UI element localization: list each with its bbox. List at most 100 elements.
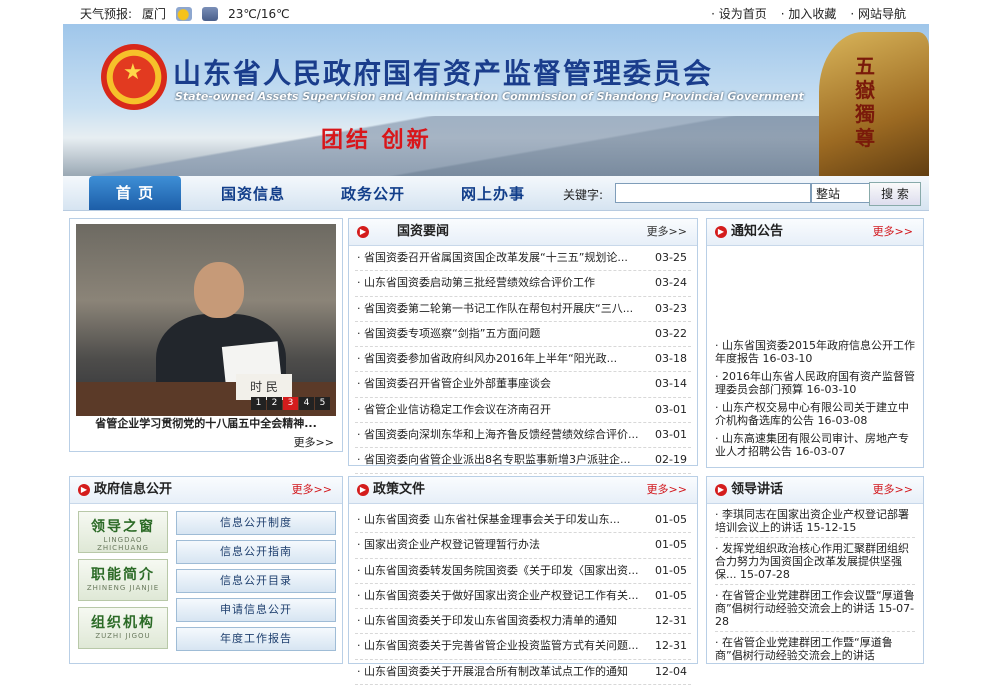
list-item-title[interactable]: · 省国资委参加省政府纠风办2016年上半年“阳光政... [357, 347, 647, 371]
list-item[interactable]: · 山东省国资委 山东省社保基金理事会关于印发山东... 01-05 [355, 508, 691, 534]
search-input[interactable] [615, 183, 811, 203]
arrow-bullet-icon: ▶ [78, 484, 90, 496]
gov-info-panel: ▶ 政府信息公开 更多>> 领导之窗 LINGDAO ZHICHUANG 职能简介… [69, 476, 343, 664]
main-nav: 首 页 国资信息 政务公开 网上办事 关键字: 整站▼ 搜 索 [63, 176, 929, 211]
notice-panel-header: ▶ 通知公告 更多>> [707, 219, 923, 246]
list-item[interactable]: · 山东省国资委关于印发山东省国资委权力清单的通知 12-31 [355, 609, 691, 635]
search-button[interactable]: 搜 索 [869, 182, 921, 206]
list-item-title[interactable]: · 山东省国资委启动第三批经营绩效综合评价工作 [357, 271, 647, 295]
slide-page-5[interactable]: 5 [315, 397, 330, 410]
list-item[interactable]: · 在省管企业党建群团工作会议暨“厚道鲁商”倡树行动经验交流会上的讲话 15-0… [715, 585, 915, 632]
list-item-title[interactable]: · 省国资委专项巡察“剑指”五方面问题 [357, 322, 647, 346]
notice-more-link[interactable]: 更多>> [873, 219, 913, 245]
arrow-bullet-icon: ▶ [357, 484, 369, 496]
list-item[interactable]: · 2016年山东省人民政府国有资产监督管理委员会部门预算 16-03-10 [715, 370, 915, 396]
slide-page-4[interactable]: 4 [299, 397, 314, 410]
nav-online-services[interactable]: 网上办事 [461, 183, 525, 204]
list-item-title[interactable]: · 山东省国资委 山东省社保基金理事会关于印发山东... [357, 508, 647, 532]
add-favorite-link[interactable]: · 加入收藏 [777, 5, 841, 22]
apply-info-disclosure-button[interactable]: 申请信息公开 [176, 598, 336, 622]
list-item[interactable]: · 山东省国资委关于做好国家出资企业产权登记工作有关... 01-05 [355, 584, 691, 610]
slideshow-more-link[interactable]: 更多>> [294, 434, 334, 450]
list-item[interactable]: · 山东省国资委转发国务院国资委《关于印发〈国家出资... 01-05 [355, 559, 691, 584]
list-item[interactable]: · 省国资委向省管企业派出8名专职监事新增3户派驻企... 02-19 [355, 448, 691, 474]
leader-speech-more-link[interactable]: 更多>> [873, 477, 913, 503]
list-item[interactable]: · 省国资委召开省管企业外部董事座谈会 03-14 [355, 372, 691, 398]
notice-list: · 山东省国资委2015年政府信息公开工作年度报告 16-03-10 · 201… [707, 339, 923, 463]
list-item-title[interactable]: · 山东省国资委关于完善省管企业投资监管方式有关问题... [357, 634, 647, 658]
slideshow-caption[interactable]: 省管企业学习贯彻党的十八届五中全会精神... [76, 416, 336, 432]
list-item-date: 02-19 [655, 453, 687, 467]
list-item-title[interactable]: · 山东省国资委关于开展混合所有制改革试点工作的通知 [357, 660, 647, 684]
list-item-date: 12-31 [655, 639, 687, 653]
slide-page-2[interactable]: 2 [267, 397, 282, 410]
list-item[interactable]: · 李琪同志在国家出资企业产权登记部署培训会议上的讲话 15-12-15 [715, 504, 915, 538]
list-item-title[interactable]: · 山东省国资委关于印发山东省国资委权力清单的通知 [357, 609, 647, 633]
list-item[interactable]: · 国家出资企业产权登记管理暂行办法 01-05 [355, 533, 691, 559]
card-title: 领导之窗 [91, 519, 155, 535]
gov-info-panel-header: ▶ 政府信息公开 更多>> [70, 477, 342, 504]
set-homepage-link[interactable]: · 设为首页 [707, 5, 771, 22]
search-scope-value: 整站 [816, 187, 841, 201]
list-item[interactable]: · 山东省国资委关于完善省管企业投资监管方式有关问题... 12-31 [355, 634, 691, 660]
list-item[interactable]: · 省国资委专项巡察“剑指”五方面问题 03-22 [355, 322, 691, 348]
banner-mountains [63, 116, 929, 176]
list-item-title[interactable]: · 省国资委第二轮第一书记工作队在帮包村开展庆“三八... [357, 297, 647, 321]
site-subtitle: State-owned Assets Supervision and Admin… [175, 90, 804, 103]
leader-speech-panel: ▶ 领导讲话 更多>> · 李琪同志在国家出资企业产权登记部署培训会议上的讲话 … [706, 476, 924, 664]
slide-page-1[interactable]: 1 [251, 397, 266, 410]
site-title: 山东省人民政府国有资产监督管理委员会 [173, 57, 714, 90]
slideshow-image[interactable]: 时 民 1 2 3 4 5 [76, 224, 336, 416]
list-item-title[interactable]: · 省国资委向深圳东华和上海齐鲁反馈经营绩效综合评价... [357, 423, 647, 447]
list-item-date: 03-01 [655, 428, 687, 442]
annual-report-button[interactable]: 年度工作报告 [176, 627, 336, 651]
national-emblem-icon: ★ [101, 44, 167, 110]
gov-info-more-link[interactable]: 更多>> [292, 477, 332, 503]
list-item-title[interactable]: · 省管企业信访稳定工作会议在济南召开 [357, 398, 647, 422]
list-item[interactable]: · 发挥党组织政治核心作用汇聚群团组织合力努力为国资国企改革发展提供坚强保...… [715, 538, 915, 585]
site-navigation-link[interactable]: · 网站导航 [846, 5, 910, 22]
list-item-title[interactable]: · 省国资委召开省管企业外部董事座谈会 [357, 372, 647, 396]
list-item[interactable]: · 省国资委向深圳东华和上海齐鲁反馈经营绩效综合评价... 03-01 [355, 423, 691, 449]
site-banner: 五嶽獨尊 ★ 山东省人民政府国有资产监督管理委员会 State-owned As… [63, 24, 929, 176]
slide-page-3[interactable]: 3 [283, 397, 298, 410]
nav-home[interactable]: 首 页 [89, 176, 181, 210]
info-disclosure-guide-button[interactable]: 信息公开指南 [176, 540, 336, 564]
nav-government-affairs[interactable]: 政务公开 [341, 183, 405, 204]
list-item[interactable]: · 山东高速集团有限公司审计、房地产专业人才招聘公告 16-03-07 [715, 432, 915, 458]
news-more-link[interactable]: 更多>> [647, 219, 687, 245]
card-title: 职能简介 [91, 567, 155, 583]
list-item[interactable]: · 山东产权交易中心有限公司关于建立中介机构备选库的公告 16-03-08 [715, 401, 915, 427]
notice-panel: ▶ 通知公告 更多>> · 山东省国资委2015年政府信息公开工作年度报告 16… [706, 218, 924, 468]
list-item[interactable]: · 省国资委第二轮第一书记工作队在帮包村开展庆“三八... 03-23 [355, 297, 691, 322]
list-item-date: 03-01 [655, 402, 687, 416]
info-disclosure-system-button[interactable]: 信息公开制度 [176, 511, 336, 535]
list-item[interactable]: · 在省管企业党建群团工作暨“厚道鲁商”倡树行动经验交流会上的讲话 [715, 632, 915, 663]
list-item-title[interactable]: · 省国资委向省管企业派出8名专职监事新增3户派驻企... [357, 448, 647, 472]
list-item-title[interactable]: · 国家出资企业产权登记管理暂行办法 [357, 533, 647, 557]
list-item-date: 12-31 [655, 614, 687, 628]
weather-temperature: 23℃/16℃ [228, 6, 290, 21]
policy-more-link[interactable]: 更多>> [647, 477, 687, 503]
policy-panel-title: 政策文件 [373, 482, 426, 497]
news-list: · 省国资委召开省属国资国企改革发展“十三五”规划论... 03-25 · 山东省… [349, 246, 697, 474]
list-item[interactable]: · 省国资委召开省属国资国企改革发展“十三五”规划论... 03-25 [355, 246, 691, 272]
list-item[interactable]: · 省管企业信访稳定工作会议在济南召开 03-01 [355, 398, 691, 424]
list-item-date: 01-05 [655, 538, 687, 552]
weather-city[interactable]: 厦门 [142, 5, 166, 22]
list-item-title[interactable]: · 省国资委召开省属国资国企改革发展“十三五”规划论... [357, 246, 647, 270]
organization-card[interactable]: 组织机构 ZUZHI JIGOU [78, 607, 168, 649]
weather-label: 天气预报: [80, 7, 133, 21]
functions-card[interactable]: 职能简介 ZHINENG JIANJIE [78, 559, 168, 601]
list-item-title[interactable]: · 山东省国资委关于做好国家出资企业产权登记工作有关... [357, 584, 647, 608]
list-item[interactable]: · 山东省国资委2015年政府信息公开工作年度报告 16-03-10 [715, 339, 915, 365]
list-item[interactable]: · 省国资委参加省政府纠风办2016年上半年“阳光政... 03-18 [355, 347, 691, 373]
list-item-title[interactable]: · 山东省国资委转发国务院国资委《关于印发〈国家出资... [357, 559, 647, 583]
nav-state-assets-info[interactable]: 国资信息 [221, 183, 285, 204]
list-item[interactable]: · 山东省国资委启动第三批经营绩效综合评价工作 03-24 [355, 271, 691, 297]
info-disclosure-catalog-button[interactable]: 信息公开目录 [176, 569, 336, 593]
arrow-bullet-icon: ▶ [715, 484, 727, 496]
news-panel-header: ▶ 国资要闻 更多>> [349, 219, 697, 246]
leaders-window-card[interactable]: 领导之窗 LINGDAO ZHICHUANG [78, 511, 168, 553]
list-item-date: 12-04 [655, 664, 687, 678]
